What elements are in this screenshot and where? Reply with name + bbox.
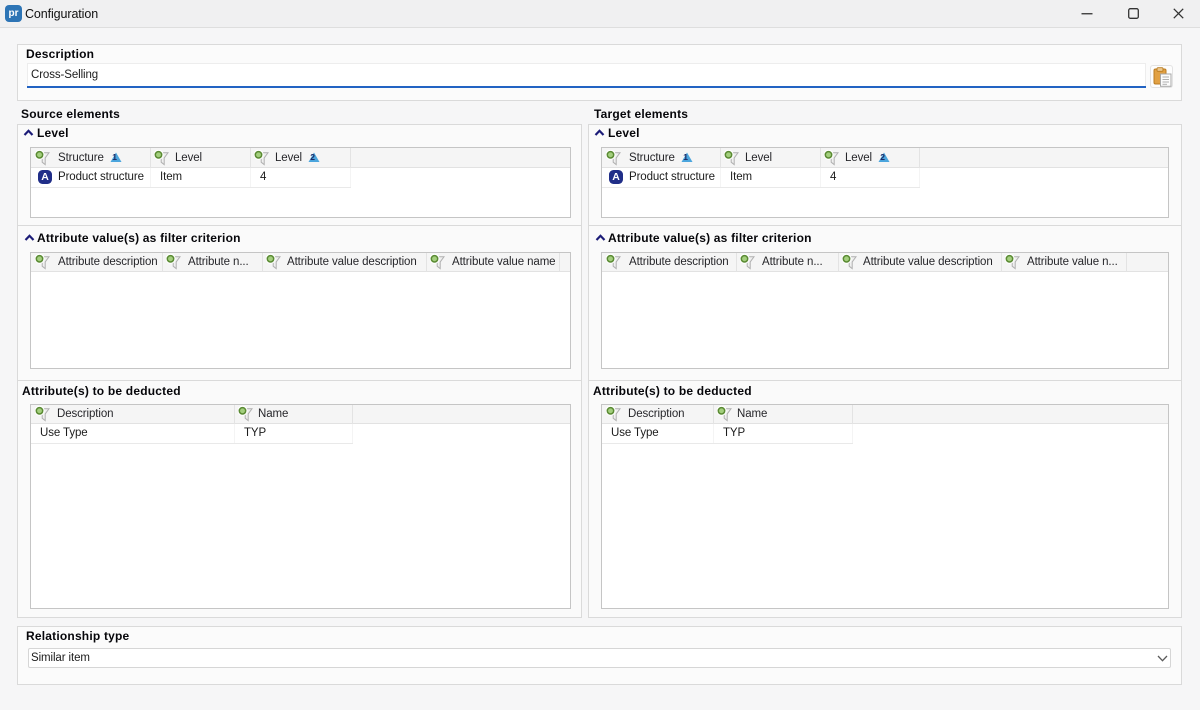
svg-text:1: 1: [112, 152, 117, 162]
svg-text:1: 1: [683, 152, 688, 162]
svg-text:2: 2: [880, 152, 885, 162]
svg-text:2: 2: [310, 152, 315, 162]
